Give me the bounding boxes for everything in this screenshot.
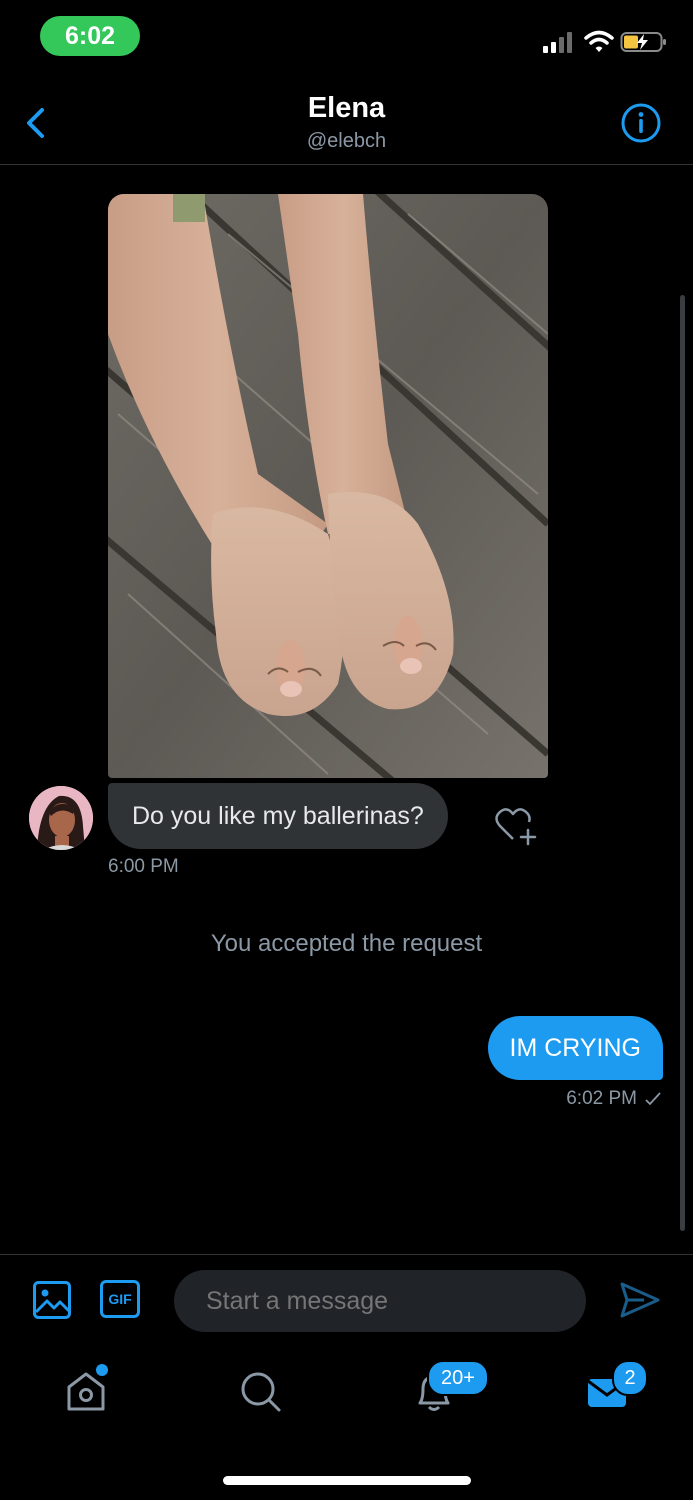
composer-divider (0, 1254, 693, 1255)
message-photo[interactable] (108, 194, 548, 778)
send-icon[interactable] (618, 1280, 662, 1320)
wifi-icon (584, 30, 614, 52)
heart-plus-icon[interactable] (494, 806, 538, 846)
ballet-flats-photo (108, 194, 548, 778)
message-input[interactable] (174, 1270, 586, 1332)
cellular-signal-icon (543, 32, 572, 53)
scrollbar[interactable] (680, 295, 685, 1231)
system-notice: You accepted the request (210, 930, 483, 957)
outgoing-message-bubble[interactable]: IM CRYING (487, 1016, 663, 1080)
conversation-name: Elena (307, 92, 386, 124)
image-icon[interactable] (32, 1280, 72, 1320)
status-time: 6:02 (40, 16, 140, 56)
checkmark-icon (645, 1092, 661, 1106)
outgoing-timestamp: 6:02 PM (566, 1088, 637, 1109)
notifications-badge: 20+ (427, 1360, 489, 1396)
incoming-timestamp: 6:00 PM (108, 856, 179, 877)
incoming-message-bubble[interactable]: Do you like my ballerinas? (108, 783, 448, 849)
gif-button[interactable]: GIF (100, 1280, 140, 1318)
battery-charging-icon (620, 32, 666, 52)
outgoing-timestamp-row: 6:02 PM (566, 1088, 661, 1110)
sender-avatar[interactable] (29, 786, 93, 850)
home-unread-dot (96, 1364, 108, 1376)
search-icon[interactable] (234, 1365, 286, 1417)
info-icon[interactable] (620, 102, 662, 144)
conversation-handle: @elebch (306, 130, 387, 152)
home-indicator (223, 1476, 471, 1485)
messages-badge: 2 (612, 1360, 648, 1396)
